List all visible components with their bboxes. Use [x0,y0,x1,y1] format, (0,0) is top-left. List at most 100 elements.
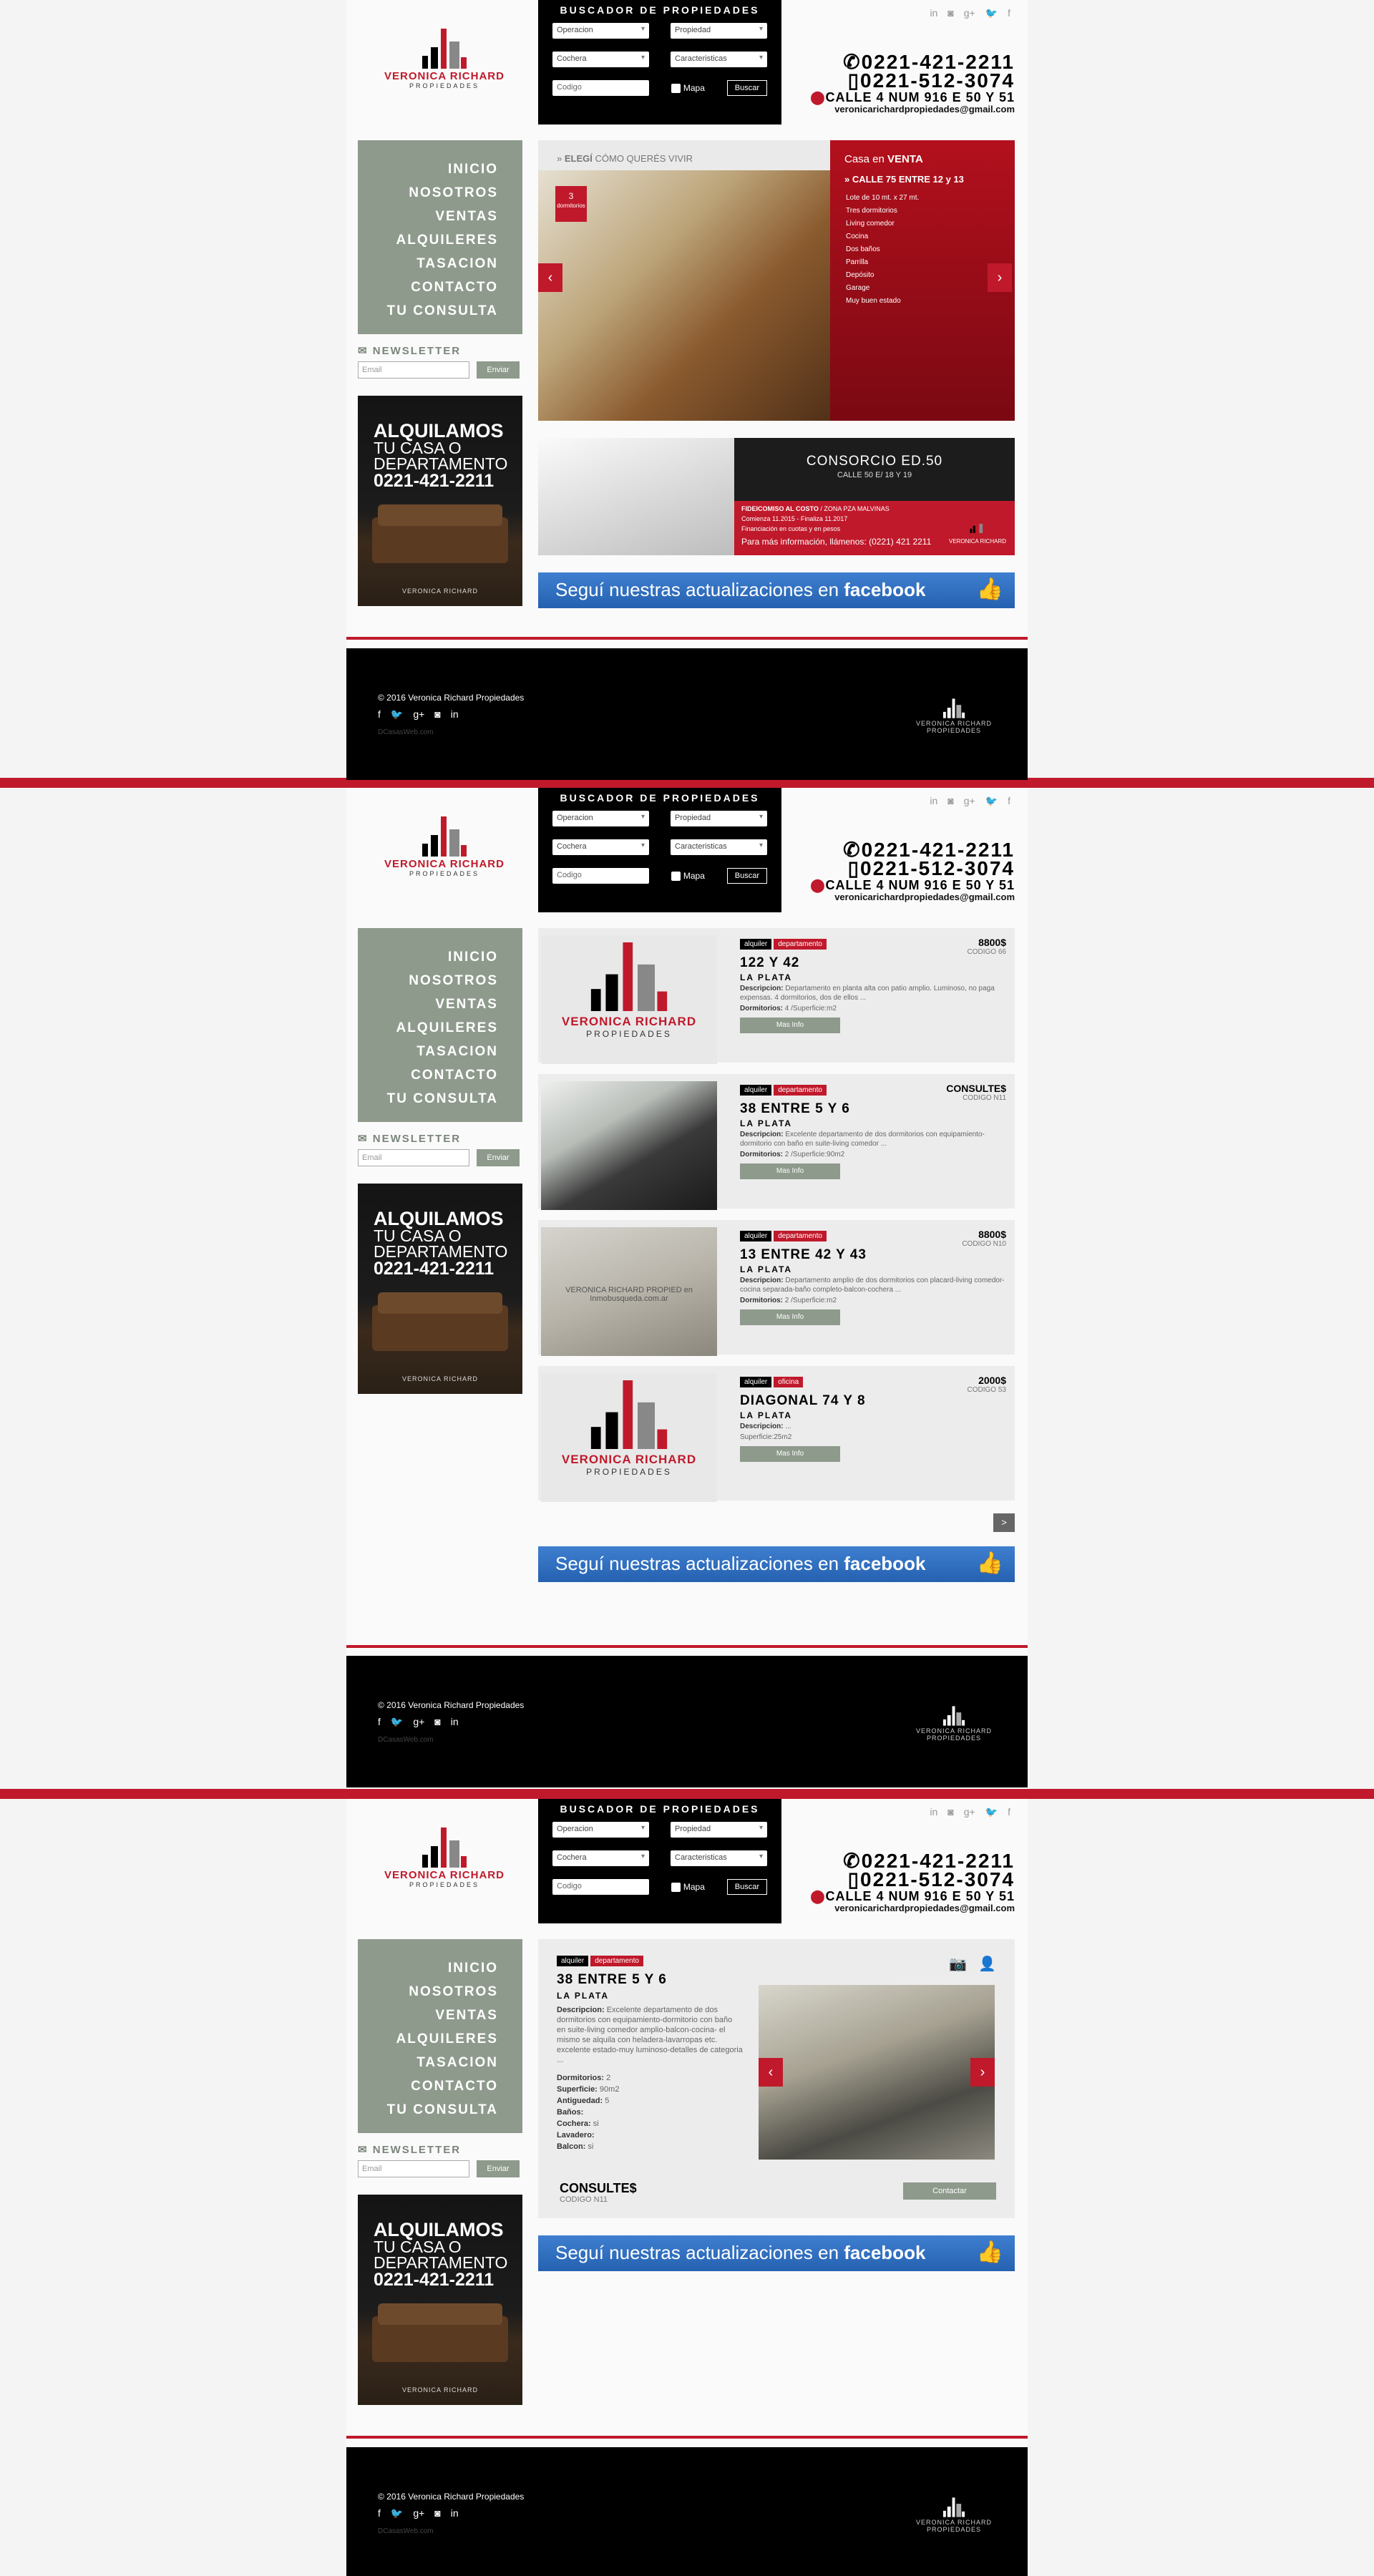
menu-item-ventas[interactable]: VENTAS [358,205,498,228]
facebook-icon[interactable]: f [1008,795,1010,807]
linkedin-icon[interactable]: in [451,2507,459,2519]
operacion-select[interactable]: Operacion [552,1822,649,1838]
mas-info-button[interactable]: Mas Info [740,1309,840,1325]
menu-item-inicio[interactable]: INICIO [358,945,498,969]
consorcio-banner[interactable]: CONSORCIO ED.50 CALLE 50 E/ 18 Y 19 FIDEIC… [538,438,1015,555]
newsletter-send-button[interactable]: Enviar [477,2160,520,2177]
twitter-icon[interactable]: 🐦 [391,2507,403,2519]
buscar-button[interactable]: Buscar [726,868,767,884]
instagram-icon[interactable]: ◙ [947,7,953,19]
instagram-icon[interactable]: ◙ [434,708,440,721]
googleplus-icon[interactable]: g+ [413,2507,424,2519]
propiedad-select[interactable]: Propiedad [671,1822,767,1838]
newsletter-send-button[interactable]: Enviar [477,361,520,379]
listing-title[interactable]: 38 ENTRE 5 Y 6 [740,1101,1006,1117]
mas-info-button[interactable]: Mas Info [740,1018,840,1033]
menu-item-tu-consulta[interactable]: TU CONSULTA [358,2098,498,2122]
gallery-next-button[interactable]: › [970,2058,995,2087]
linkedin-icon[interactable]: in [451,708,459,721]
photo-gallery[interactable] [759,1985,995,2160]
facebook-banner[interactable]: Seguí nuestras actualizaciones en facebo… [538,2235,1015,2271]
caracteristicas-select[interactable]: Caracteristicas [671,839,767,855]
menu-item-inicio[interactable]: INICIO [358,1956,498,1980]
facebook-icon[interactable]: f [1008,1806,1010,1818]
newsletter-email-input[interactable]: Email [358,361,469,379]
phone-2[interactable]: ▯0221-512-3074 [810,71,1015,91]
instagram-icon[interactable]: ◙ [947,795,953,807]
developer-credit[interactable]: DCasasWeb.com [378,2527,434,2535]
listing-title[interactable]: 122 Y 42 [740,955,1006,971]
instagram-icon[interactable]: ◙ [434,1716,440,1728]
menu-item-ventas[interactable]: VENTAS [358,2004,498,2027]
menu-item-nosotros[interactable]: NOSOTROS [358,969,498,992]
codigo-input[interactable]: Codigo [552,868,649,884]
propiedad-select[interactable]: Propiedad [671,811,767,826]
menu-item-contacto[interactable]: CONTACTO [358,275,498,299]
facebook-icon[interactable]: f [1008,7,1010,19]
listing-photo[interactable]: VERONICA RICHARD PROPIED en Inmobusqueda… [541,1227,717,1356]
menu-item-tu-consulta[interactable]: TU CONSULTA [358,1087,498,1111]
next-page-button[interactable]: > [993,1513,1015,1532]
menu-item-tu-consulta[interactable]: TU CONSULTA [358,299,498,323]
facebook-icon[interactable]: f [378,1716,381,1728]
linkedin-icon[interactable]: in [451,1716,459,1728]
twitter-icon[interactable]: 🐦 [985,7,998,19]
googleplus-icon[interactable]: g+ [413,708,424,721]
linkedin-icon[interactable]: in [930,1806,937,1818]
phone-2[interactable]: ▯0221-512-3074 [810,859,1015,879]
menu-item-alquileres[interactable]: ALQUILERES [358,2027,498,2051]
slider-next-button[interactable]: › [988,263,1012,292]
newsletter-email-input[interactable]: Email [358,1149,469,1166]
gallery-prev-button[interactable]: ‹ [759,2058,783,2087]
menu-item-contacto[interactable]: CONTACTO [358,1063,498,1087]
googleplus-icon[interactable]: g+ [413,1716,424,1728]
menu-item-ventas[interactable]: VENTAS [358,992,498,1016]
instagram-icon[interactable]: ◙ [947,1806,953,1818]
rent-promo-banner[interactable]: ALQUILAMOS TU CASA O DEPARTAMENTO 0221-4… [358,2195,522,2405]
googleplus-icon[interactable]: g+ [964,1806,975,1818]
cochera-select[interactable]: Cochera [552,52,649,67]
rent-promo-banner[interactable]: ALQUILAMOS TU CASA O DEPARTAMENTO 0221-4… [358,1184,522,1394]
developer-credit[interactable]: DCasasWeb.com [378,1736,434,1744]
newsletter-send-button[interactable]: Enviar [477,1149,520,1166]
twitter-icon[interactable]: 🐦 [391,708,403,721]
menu-item-contacto[interactable]: CONTACTO [358,2074,498,2098]
user-icon[interactable]: 👤 [978,1955,996,1973]
mapa-checkbox[interactable]: Mapa [671,871,705,881]
twitter-icon[interactable]: 🐦 [985,795,998,807]
linkedin-icon[interactable]: in [930,7,937,19]
operacion-select[interactable]: Operacion [552,23,649,39]
developer-credit[interactable]: DCasasWeb.com [378,728,434,736]
rent-promo-banner[interactable]: ALQUILAMOS TU CASA O DEPARTAMENTO 0221-4… [358,396,522,606]
facebook-icon[interactable]: f [378,2507,381,2519]
email-link[interactable]: veronicarichardpropiedades@gmail.com [810,1903,1015,1913]
propiedad-select[interactable]: Propiedad [671,23,767,39]
menu-item-tasacion[interactable]: TASACION [358,252,498,275]
logo[interactable]: VERONICA RICHARD PROPIEDADES [369,29,520,100]
menu-item-alquileres[interactable]: ALQUILERES [358,228,498,252]
operacion-select[interactable]: Operacion [552,811,649,826]
menu-item-nosotros[interactable]: NOSOTROS [358,181,498,205]
buscar-button[interactable]: Buscar [726,80,767,96]
phone-2[interactable]: ▯0221-512-3074 [810,1870,1015,1890]
menu-item-tasacion[interactable]: TASACION [358,1040,498,1063]
logo[interactable]: VERONICA RICHARD PROPIEDADES [369,816,520,888]
menu-item-inicio[interactable]: INICIO [358,157,498,181]
twitter-icon[interactable]: 🐦 [391,1716,403,1728]
logo[interactable]: VERONICA RICHARD PROPIEDADES [369,1828,520,1899]
cochera-select[interactable]: Cochera [552,839,649,855]
codigo-input[interactable]: Codigo [552,1879,649,1895]
contactar-button[interactable]: Contactar [903,2182,996,2200]
menu-item-nosotros[interactable]: NOSOTROS [358,1980,498,2004]
buscar-button[interactable]: Buscar [726,1879,767,1895]
googleplus-icon[interactable]: g+ [964,795,975,807]
googleplus-icon[interactable]: g+ [964,7,975,19]
listing-title[interactable]: 13 ENTRE 42 Y 43 [740,1247,1006,1263]
camera-icon[interactable]: 📷 [949,1955,967,1973]
email-link[interactable]: veronicarichardpropiedades@gmail.com [810,104,1015,114]
mas-info-button[interactable]: Mas Info [740,1163,840,1179]
slider-prev-button[interactable]: ‹ [538,263,562,292]
email-link[interactable]: veronicarichardpropiedades@gmail.com [810,892,1015,902]
caracteristicas-select[interactable]: Caracteristicas [671,52,767,67]
linkedin-icon[interactable]: in [930,795,937,807]
